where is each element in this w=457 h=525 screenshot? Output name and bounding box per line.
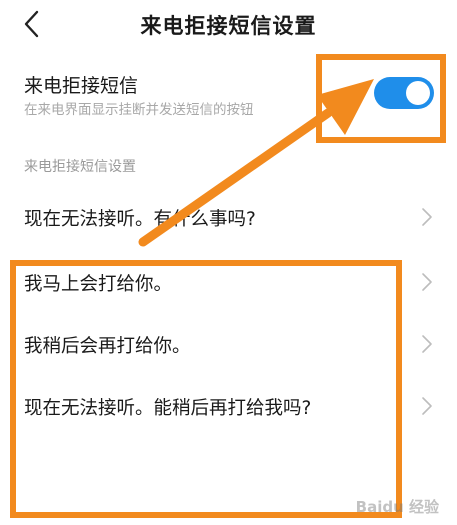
message-text: 我马上会打给你。 [24,274,173,295]
message-item[interactable]: 我马上会打给你。 [0,258,457,308]
message-text: 现在无法接听。有什么事吗? [24,209,256,230]
page-title: 来电拒接短信设置 [140,14,317,38]
chevron-right-icon [422,335,432,353]
section-label: 来电拒接短信设置 [24,159,136,175]
reject-sms-toggle[interactable] [374,77,434,109]
toggle-knob [406,81,430,105]
header: 来电拒接短信设置 [0,0,457,50]
message-item[interactable]: 现在无法接听。有什么事吗? [0,193,457,243]
message-item[interactable]: 我稍后会再打给你。 [0,320,457,370]
chevron-right-icon [422,273,432,291]
chevron-right-icon [422,397,432,415]
chevron-right-icon [422,208,432,226]
message-text: 我稍后会再打给你。 [24,336,191,357]
reject-sms-label: 来电拒接短信 [24,75,139,97]
watermark: Baidu 经验 [355,498,439,516]
message-item[interactable]: 现在无法接听。能稍后再打给我吗? [0,382,457,432]
reject-sms-description: 在来电界面显示挂断并发送短信的按钮 [24,102,254,118]
settings-screen: 来电拒接短信设置 来电拒接短信 在来电界面显示挂断并发送短信的按钮 来电拒接短信… [0,0,457,525]
message-text: 现在无法接听。能稍后再打给我吗? [24,398,312,419]
